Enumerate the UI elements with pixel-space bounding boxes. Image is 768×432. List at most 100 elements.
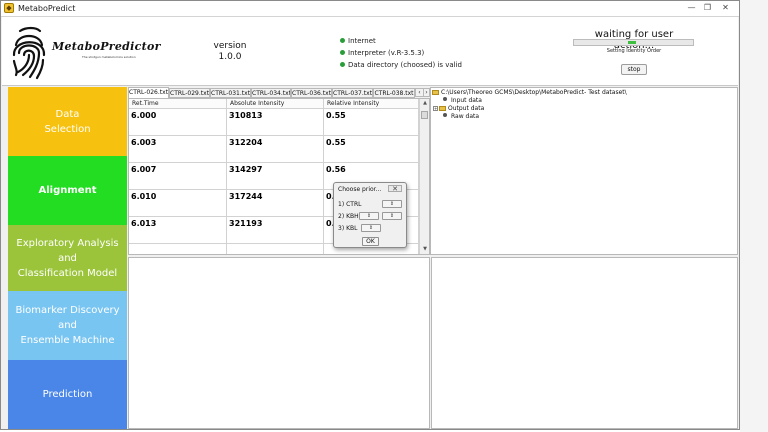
nav-label-line: Prediction	[42, 389, 93, 400]
nav-biomarker-discovery[interactable]: Biomarker Discovery and Ensemble Machine	[8, 291, 127, 360]
fingerprint-logo-icon	[12, 26, 46, 80]
tree-root-label: C:\Users\Theoreo GCMS\Desktop\MetaboPred…	[441, 89, 627, 96]
file-bullet-icon	[443, 97, 447, 101]
status-text: Internet	[348, 37, 376, 45]
scroll-up-icon[interactable]: ▲	[420, 99, 429, 108]
priority-spinner-2[interactable]: ⇕	[359, 212, 379, 220]
dialog-title: Choose prior...	[338, 186, 382, 193]
table-cell[interactable]: 0.55	[324, 136, 419, 163]
tab-file[interactable]: CTRL-036.txt	[291, 88, 332, 98]
nav-label-line: Alignment	[38, 185, 97, 196]
nav-prediction[interactable]: Prediction	[8, 360, 127, 429]
tab-file[interactable]: CTRL-031.txt	[210, 88, 251, 98]
priority-name: CTRL	[346, 201, 362, 208]
tree-item-input-data[interactable]: Input data	[443, 97, 482, 105]
status-text: Data directory (choosed) is valid	[348, 61, 462, 69]
status-data-directory: Data directory (choosed) is valid	[340, 61, 462, 70]
lower-left-panel	[128, 257, 430, 429]
version-value: 1.0.0	[218, 52, 242, 62]
nav-alignment[interactable]: Alignment	[8, 156, 127, 225]
table-cell-empty	[227, 244, 324, 254]
scroll-down-icon[interactable]: ▼	[420, 245, 429, 254]
subtask-label: Setting Identity Order	[606, 48, 662, 54]
priority-index: 1)	[338, 201, 345, 208]
tab-file[interactable]: CTRL-034.txt	[251, 88, 291, 98]
nav-label: Biomarker Discovery and Ensemble Machine	[15, 303, 119, 348]
table-cell[interactable]: 314297	[227, 163, 324, 190]
nav-label-line: and	[58, 320, 77, 331]
column-header[interactable]: Ret.Time	[129, 99, 227, 109]
close-button[interactable]: ✕	[719, 3, 732, 12]
nav-label-line: Biomarker Discovery	[15, 305, 120, 316]
version-label: version	[213, 41, 247, 51]
nav-label-line: Exploratory Analysis	[16, 237, 119, 249]
tab-file[interactable]: CTRL-037.txt	[332, 88, 373, 98]
nav-label-line: Classification Model	[17, 267, 118, 279]
title-bar: ◆ MetaboPredict — ❐ ✕	[1, 1, 739, 17]
table-cell[interactable]: 0.55	[324, 109, 419, 136]
status-ok-icon	[340, 50, 345, 55]
progress-fill	[628, 41, 636, 44]
nav-label: Exploratory Analysis and Classification Mo…	[16, 236, 118, 281]
table-cell[interactable]: 321193	[227, 217, 324, 244]
progress-bar	[573, 39, 694, 46]
tab-file[interactable]: CTRL-029.txt	[169, 88, 210, 98]
tree-item-output-data[interactable]: + Output data	[433, 105, 484, 113]
nav-label: Alignment	[39, 183, 97, 198]
nav-label-line: Data	[55, 108, 80, 120]
dialog-close-icon[interactable]: ✕	[388, 185, 402, 193]
header: MetaboPredictor The shotgun metabolomics…	[2, 17, 738, 86]
status-ok-icon	[340, 62, 345, 67]
priority-index: 2)	[338, 213, 345, 220]
tab-file[interactable]: CTRL-026.txt	[128, 87, 169, 98]
priority-spinner-1[interactable]: ⇕	[382, 200, 402, 208]
priority-spinner-2b[interactable]: ⇕	[382, 212, 402, 220]
priority-name: KBL	[346, 225, 358, 232]
nav-label-line: Ensemble Machine	[20, 335, 115, 346]
status-interpreter: Interpreter (v.R-3.5.3)	[340, 49, 424, 58]
column-header[interactable]: Relative Intensity	[324, 99, 419, 109]
file-tabs: CTRL-026.txt CTRL-029.txt CTRL-031.txt CTRL…	[128, 87, 430, 98]
priority-index: 3)	[338, 225, 345, 232]
table-cell-empty	[129, 244, 227, 254]
tree-item-label: Output data	[448, 105, 485, 112]
logo-wordmark: MetaboPredictor	[52, 40, 161, 53]
directory-tree: C:\Users\Theoreo GCMS\Desktop\MetaboPred…	[430, 87, 738, 255]
table-cell[interactable]: 6.007	[129, 163, 227, 190]
folder-icon	[432, 90, 439, 95]
table-cell[interactable]: 317244	[227, 190, 324, 217]
nav-label: Data Selection	[44, 107, 90, 137]
table-cell[interactable]: 6.010	[129, 190, 227, 217]
main-content: CTRL-026.txt CTRL-029.txt CTRL-031.txt CTRL…	[128, 87, 738, 429]
priority-row-2: 2) KBH	[338, 213, 359, 221]
table-cell[interactable]: 310813	[227, 109, 324, 136]
tab-scroll-right-icon[interactable]: ›	[423, 88, 430, 97]
column-header[interactable]: Absolute Intensity	[227, 99, 324, 109]
table-cell[interactable]: 6.003	[129, 136, 227, 163]
status-internet: Internet	[340, 37, 376, 46]
lower-right-panel	[431, 257, 738, 429]
table-cell[interactable]: 312204	[227, 136, 324, 163]
restore-button[interactable]: ❐	[701, 3, 714, 12]
table-scrollbar[interactable]: ▲ ▼	[419, 99, 429, 254]
app-icon: ◆	[4, 3, 14, 13]
table-cell[interactable]: 6.000	[129, 109, 227, 136]
tree-item-label: Input data	[451, 97, 482, 104]
nav-label-line: and	[58, 252, 77, 264]
tab-file[interactable]: CTRL-038.txt	[373, 88, 415, 98]
priority-spinner-3[interactable]: ⇕	[361, 224, 381, 232]
nav-exploratory-analysis[interactable]: Exploratory Analysis and Classification Mo…	[8, 225, 127, 291]
expand-icon[interactable]: +	[433, 106, 438, 111]
tree-item-label: Raw data	[451, 113, 480, 120]
nav-data-selection[interactable]: Data Selection	[8, 87, 127, 156]
window-title: MetaboPredict	[18, 4, 76, 13]
priority-row-1: 1) CTRL	[338, 201, 361, 209]
tree-root[interactable]: C:\Users\Theoreo GCMS\Desktop\MetaboPred…	[432, 89, 627, 97]
tree-item-raw-data[interactable]: Raw data	[443, 113, 479, 121]
ok-button[interactable]: OK	[362, 237, 379, 246]
minimize-button[interactable]: —	[685, 3, 698, 12]
desktop-background	[740, 0, 768, 432]
table-cell[interactable]: 6.013	[129, 217, 227, 244]
scroll-thumb[interactable]	[421, 111, 428, 119]
stop-button[interactable]: stop	[621, 64, 647, 75]
